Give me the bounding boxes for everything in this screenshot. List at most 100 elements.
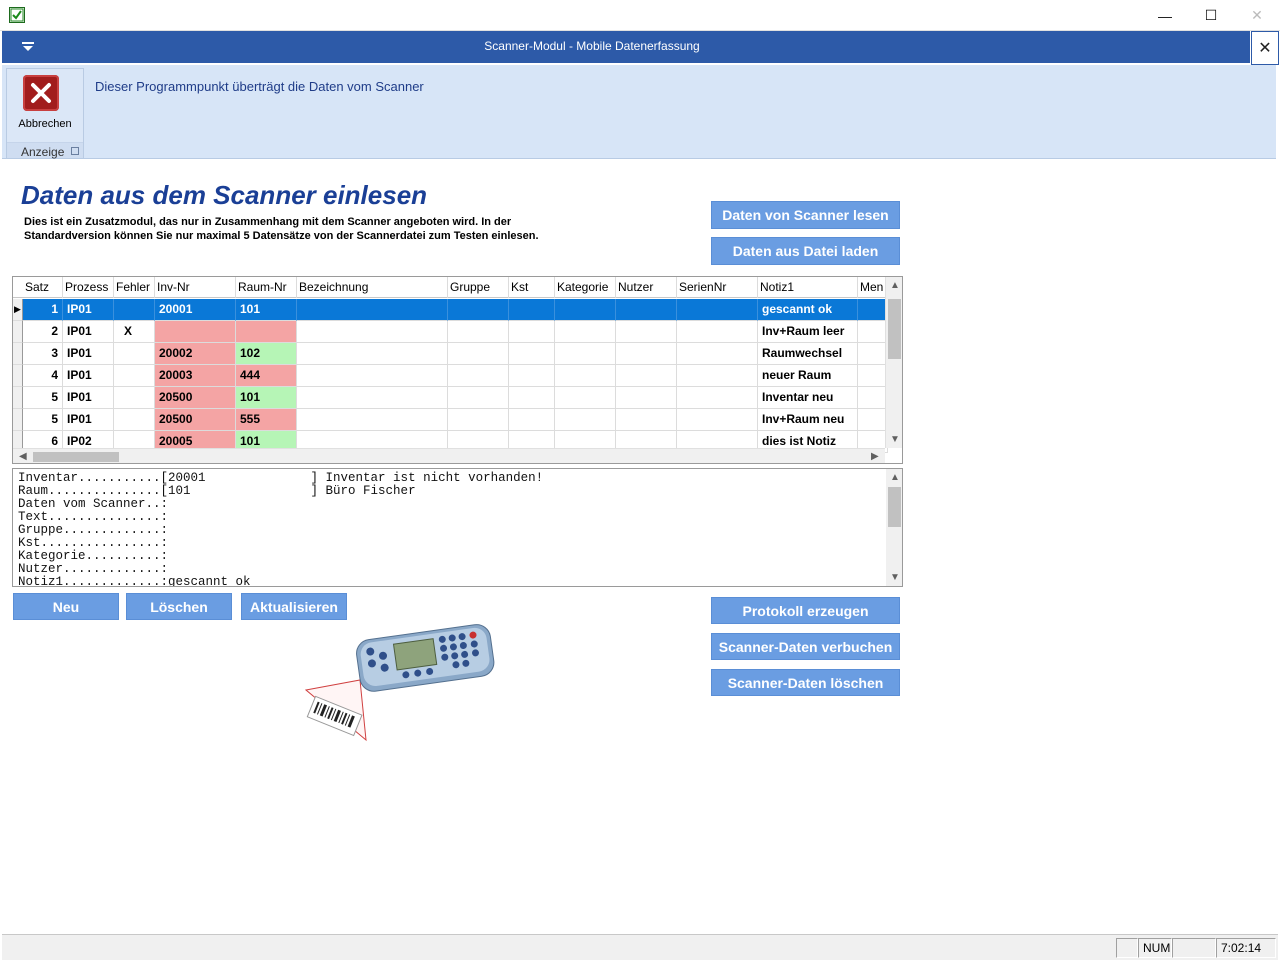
column-header[interactable]: Fehler	[114, 277, 155, 298]
grid-cell[interactable]	[448, 343, 509, 365]
grid-cell[interactable]	[114, 365, 155, 387]
grid-cell[interactable]: 101	[236, 387, 297, 409]
column-header[interactable]: Kategorie	[555, 277, 616, 298]
grid-cell[interactable]	[677, 321, 758, 343]
grid-cell[interactable]: IP01	[63, 409, 114, 431]
grid-cell[interactable]: 20500	[155, 387, 236, 409]
column-header[interactable]: SerienNr	[677, 277, 758, 298]
book-scanner-data-button[interactable]: Scanner-Daten verbuchen	[711, 633, 900, 660]
grid-cell[interactable]: IP01	[63, 343, 114, 365]
grid-cell[interactable]	[858, 409, 888, 431]
grid-cell[interactable]: 20003	[155, 365, 236, 387]
grid-cell[interactable]	[297, 343, 448, 365]
column-header[interactable]: Satz	[23, 277, 63, 298]
grid-vertical-scrollbar[interactable]: ▲ ▼	[885, 277, 902, 448]
grid-cell[interactable]: 101	[236, 299, 297, 321]
column-header[interactable]: Kst	[509, 277, 555, 298]
grid-cell[interactable]	[297, 387, 448, 409]
grid-cell[interactable]: 5	[23, 409, 63, 431]
grid-cell[interactable]	[616, 321, 677, 343]
grid-cell[interactable]: IP01	[63, 321, 114, 343]
grid-cell[interactable]: 555	[236, 409, 297, 431]
grid-cell[interactable]	[114, 343, 155, 365]
column-header[interactable]: Prozess	[63, 277, 114, 298]
grid-cell[interactable]	[509, 365, 555, 387]
grid-cell[interactable]	[555, 409, 616, 431]
table-row[interactable]: 3 IP01 20002 102 Raumwechsel	[13, 343, 888, 365]
grid-cell[interactable]	[616, 365, 677, 387]
grid-cell[interactable]: 20002	[155, 343, 236, 365]
grid-cell[interactable]	[509, 299, 555, 321]
table-row[interactable]: 4 IP01 20003 444 neuer Raum	[13, 365, 888, 387]
grid-cell[interactable]: Inv+Raum neu	[758, 409, 858, 431]
window-close-button[interactable]: ✕	[1234, 0, 1280, 31]
column-header[interactable]: Nutzer	[616, 277, 677, 298]
refresh-button[interactable]: Aktualisieren	[241, 593, 347, 620]
grid-cell[interactable]	[509, 409, 555, 431]
scroll-thumb[interactable]	[888, 487, 901, 527]
grid-cell[interactable]	[858, 365, 888, 387]
grid-cell[interactable]	[509, 343, 555, 365]
row-selector[interactable]	[13, 387, 23, 409]
grid-cell[interactable]	[114, 387, 155, 409]
grid-cell[interactable]: 444	[236, 365, 297, 387]
dialog-launcher-icon[interactable]	[71, 147, 79, 155]
column-header[interactable]: Notiz1	[758, 277, 858, 298]
grid-cell[interactable]	[448, 299, 509, 321]
cancel-x-icon[interactable]	[23, 75, 59, 111]
grid-cell[interactable]: IP01	[63, 365, 114, 387]
grid-cell[interactable]: 2	[23, 321, 63, 343]
table-row[interactable]: 5 IP01 20500 101 Inventar neu	[13, 387, 888, 409]
scroll-thumb[interactable]	[888, 299, 901, 359]
grid-cell[interactable]: Raumwechsel	[758, 343, 858, 365]
grid-cell[interactable]: IP01	[63, 299, 114, 321]
new-button[interactable]: Neu	[13, 593, 119, 620]
grid-cell[interactable]	[448, 321, 509, 343]
grid-cell[interactable]: gescannt ok	[758, 299, 858, 321]
grid-cell[interactable]	[555, 365, 616, 387]
table-row[interactable]: 5 IP01 20500 555 Inv+Raum neu	[13, 409, 888, 431]
delete-button[interactable]: Löschen	[126, 593, 232, 620]
grid-cell[interactable]	[677, 365, 758, 387]
create-protocol-button[interactable]: Protokoll erzeugen	[711, 597, 900, 624]
grid-cell[interactable]: 20500	[155, 409, 236, 431]
grid-cell[interactable]: Inventar neu	[758, 387, 858, 409]
grid-cell[interactable]	[297, 409, 448, 431]
cancel-button-label[interactable]: Abbrechen	[7, 118, 83, 130]
grid-cell[interactable]	[858, 387, 888, 409]
grid-cell[interactable]	[509, 321, 555, 343]
grid-cell[interactable]: 3	[23, 343, 63, 365]
grid-cell[interactable]	[616, 343, 677, 365]
grid-cell[interactable]: 5	[23, 387, 63, 409]
grid-cell[interactable]	[677, 409, 758, 431]
grid-cell[interactable]	[555, 387, 616, 409]
row-selector[interactable]	[13, 321, 23, 343]
grid-cell[interactable]: 20001	[155, 299, 236, 321]
grid-cell[interactable]	[858, 321, 888, 343]
grid-cell[interactable]: X	[114, 321, 155, 343]
grid-cell[interactable]	[677, 299, 758, 321]
grid-cell[interactable]	[858, 343, 888, 365]
grid-cell[interactable]	[509, 387, 555, 409]
grid-cell[interactable]	[677, 343, 758, 365]
grid-cell[interactable]	[555, 299, 616, 321]
row-selector[interactable]	[13, 365, 23, 387]
column-header[interactable]: Bezeichnung	[297, 277, 448, 298]
grid-cell[interactable]	[858, 299, 888, 321]
grid-cell[interactable]	[616, 409, 677, 431]
grid-cell[interactable]	[155, 321, 236, 343]
scroll-thumb[interactable]	[33, 452, 119, 462]
grid-cell[interactable]	[448, 409, 509, 431]
grid-cell[interactable]	[236, 321, 297, 343]
grid-horizontal-scrollbar[interactable]: ◀ ▶	[13, 448, 885, 463]
row-selector[interactable]	[13, 343, 23, 365]
grid-cell[interactable]: IP01	[63, 387, 114, 409]
app-close-icon[interactable]: ✕	[1251, 31, 1279, 65]
grid-cell[interactable]: 1	[23, 299, 63, 321]
grid-cell[interactable]: neuer Raum	[758, 365, 858, 387]
grid-cell[interactable]	[114, 299, 155, 321]
column-header[interactable]: Men	[858, 277, 888, 298]
table-row[interactable]: 2 IP01 X Inv+Raum leer	[13, 321, 888, 343]
row-selector[interactable]	[13, 409, 23, 431]
column-header[interactable]: Inv-Nr	[155, 277, 236, 298]
